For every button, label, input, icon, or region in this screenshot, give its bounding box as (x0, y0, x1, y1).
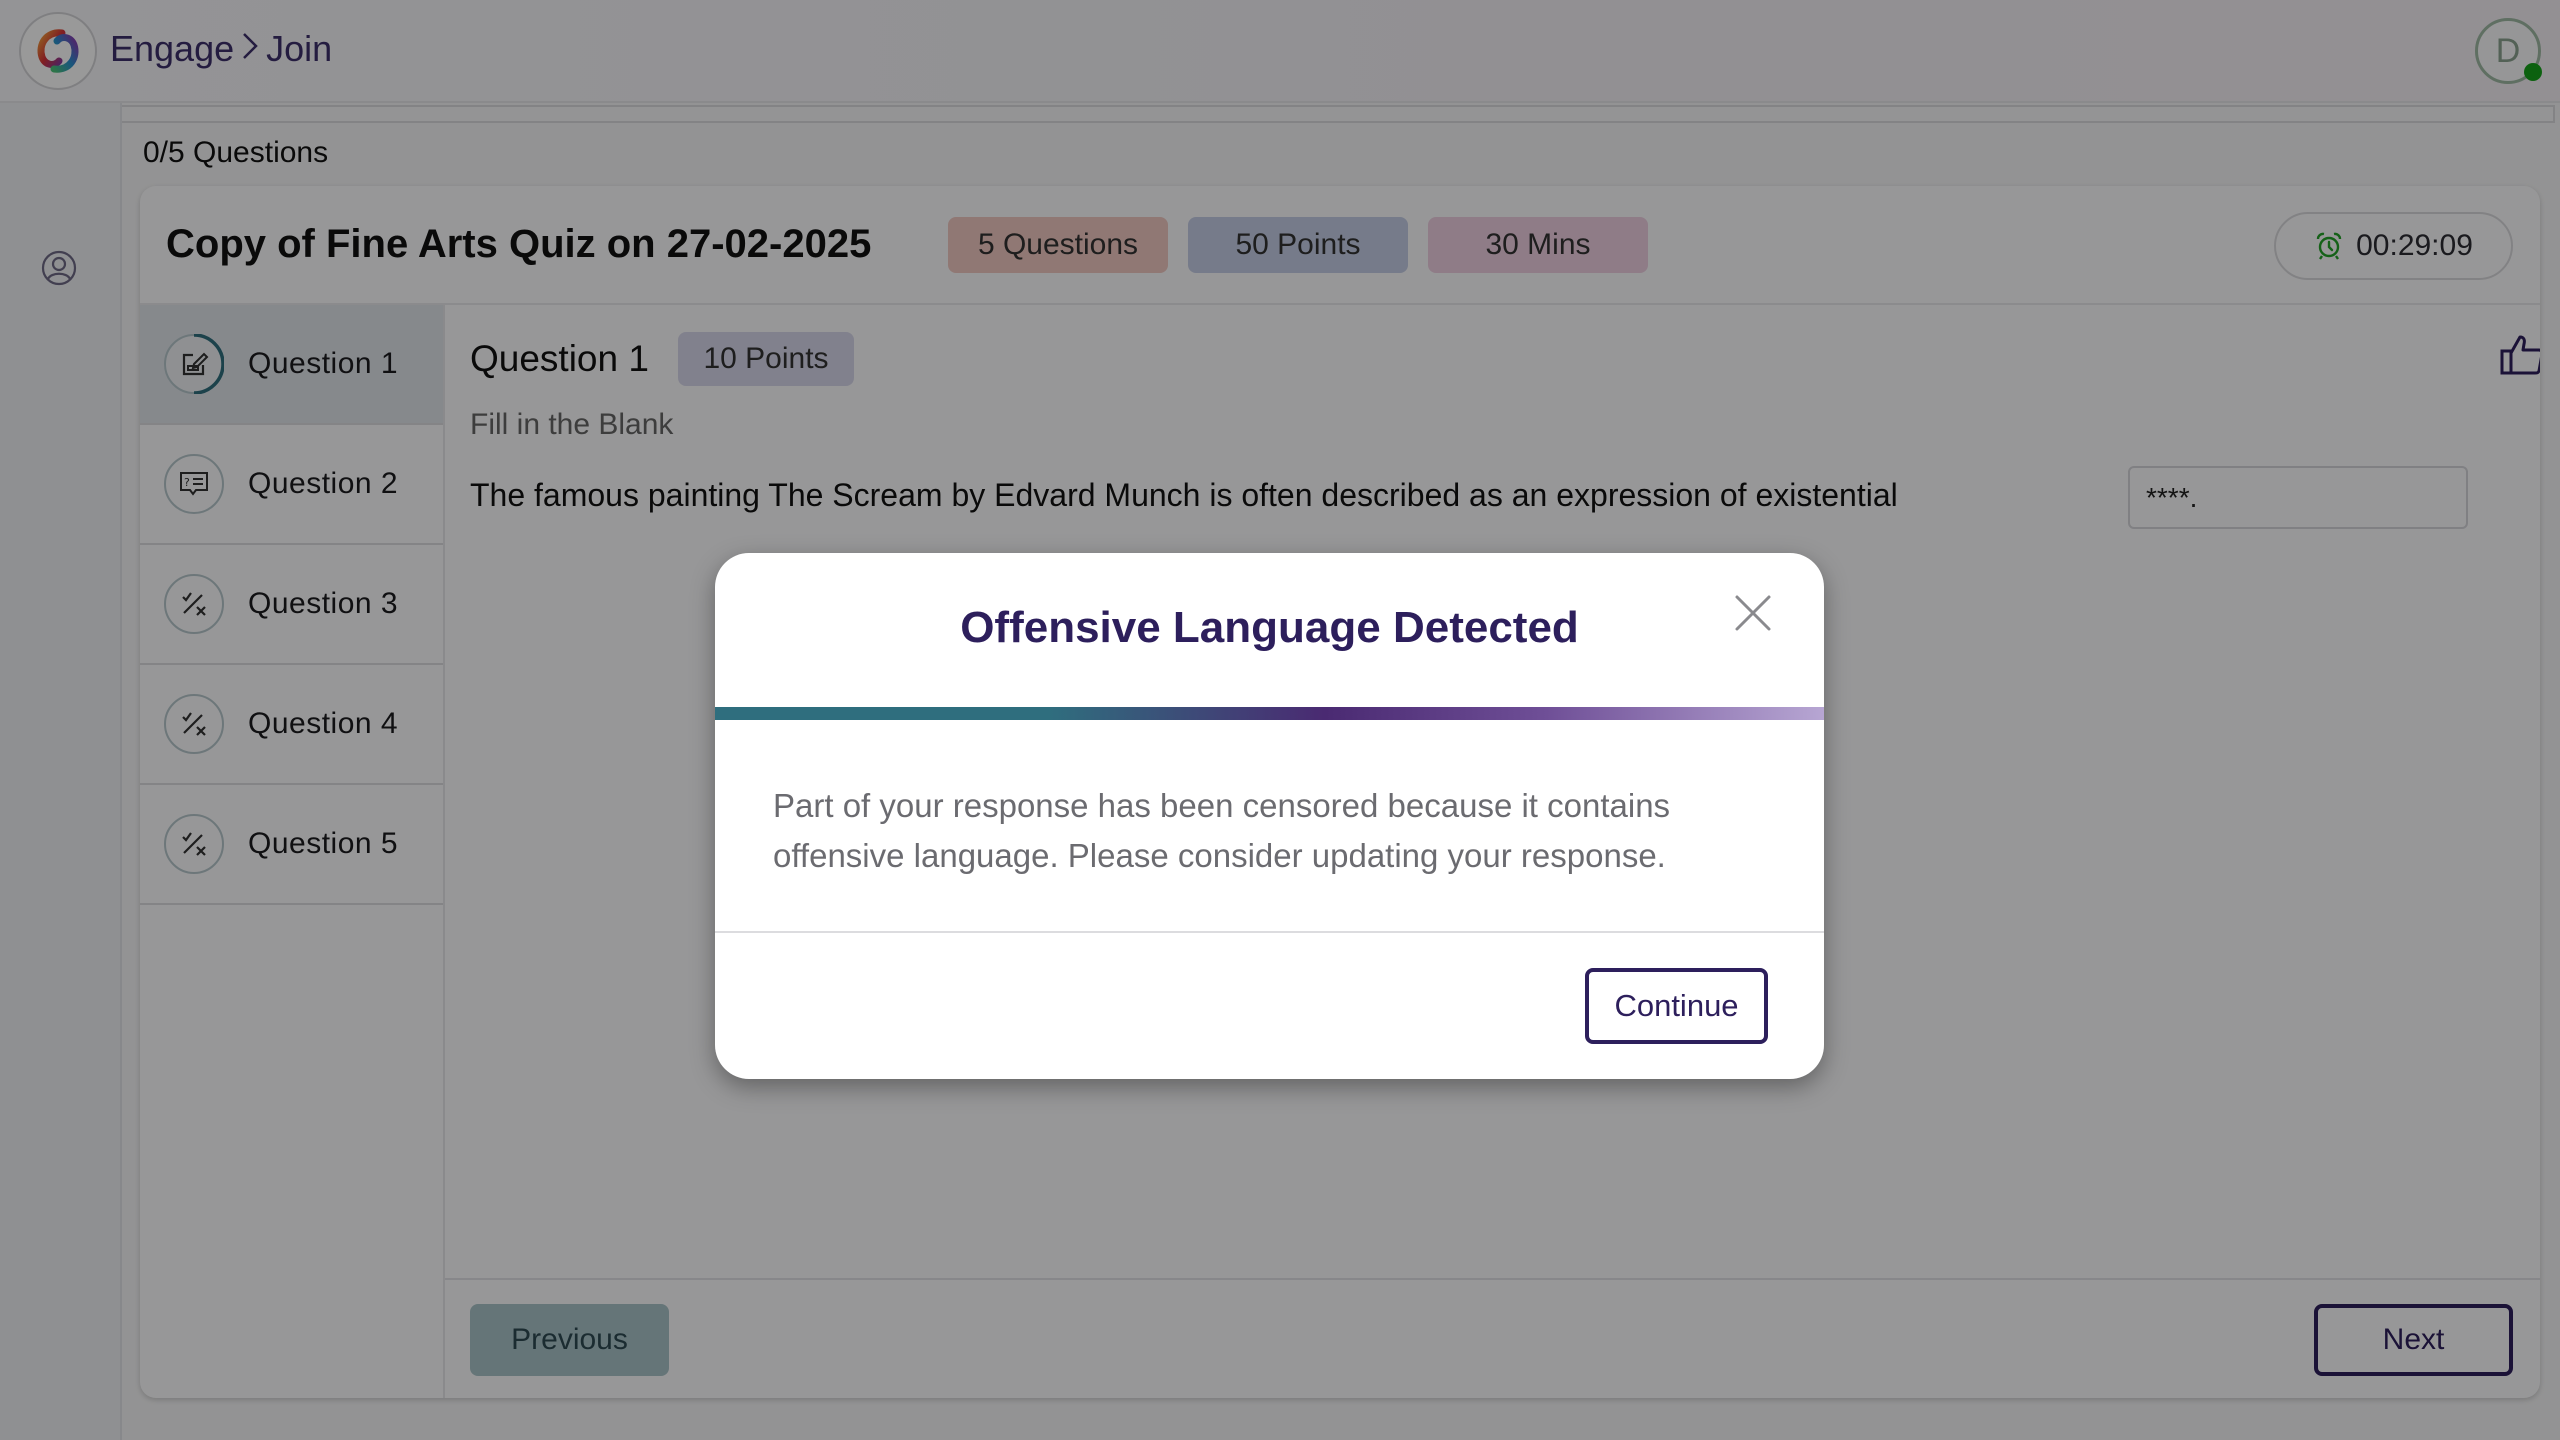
offensive-language-dialog: Offensive Language Detected Part of your… (715, 553, 1824, 1079)
dialog-message: Part of your response has been censored … (773, 787, 1671, 874)
close-icon[interactable] (1731, 591, 1775, 635)
continue-button[interactable]: Continue (1585, 968, 1768, 1044)
dialog-divider (715, 931, 1824, 933)
dialog-title: Offensive Language Detected (960, 603, 1579, 652)
dialog-gradient-bar (715, 707, 1824, 720)
